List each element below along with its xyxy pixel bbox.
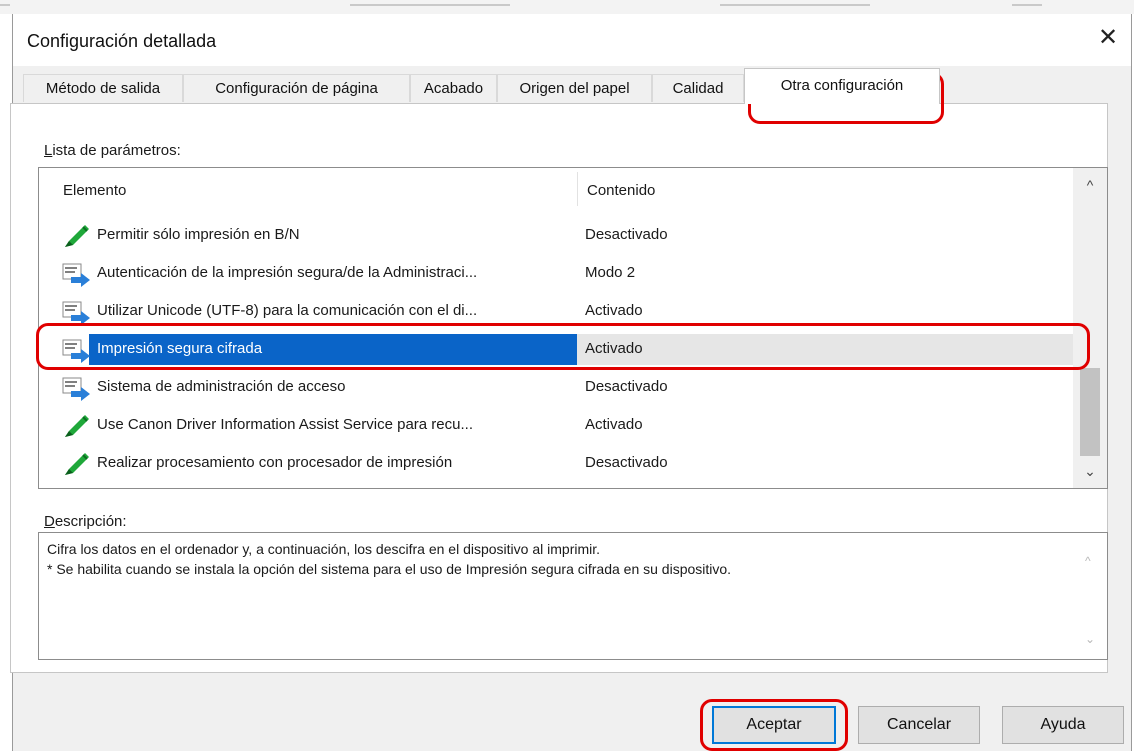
chevron-up-icon: ^ — [1086, 177, 1094, 193]
item-value: Desactivado — [585, 454, 668, 471]
tab-label: Configuración de página — [215, 80, 378, 97]
column-header-content[interactable]: Contenido — [587, 182, 655, 199]
list-item[interactable]: Permitir sólo impresión en B/N Desactiva… — [39, 216, 1073, 254]
description-line: Cifra los datos en el ordenador y, a con… — [47, 541, 601, 557]
item-value: Activado — [585, 302, 643, 319]
item-name: Permitir sólo impresión en B/N — [97, 226, 300, 243]
tab-label: Origen del papel — [519, 80, 630, 97]
list-item[interactable]: Use Canon Driver Information Assist Serv… — [39, 406, 1073, 444]
access-key: D — [44, 513, 55, 530]
item-name: Use Canon Driver Information Assist Serv… — [97, 416, 473, 433]
close-icon: ✕ — [1097, 24, 1119, 51]
item-name: Impresión segura cifrada — [97, 340, 263, 357]
item-value: Activado — [585, 416, 643, 433]
tab-label: Método de salida — [45, 80, 161, 97]
tab-configuracion-de-pagina[interactable]: Configuración de página — [183, 74, 410, 102]
item-value: Desactivado — [585, 226, 668, 243]
item-value: Desactivado — [585, 378, 668, 395]
list-item[interactable]: Autenticación de la impresión segura/de … — [39, 254, 1073, 292]
list-item[interactable]: Sistema de administración de acceso Desa… — [39, 368, 1073, 406]
driver-settings-icon — [62, 377, 90, 401]
tab-acabado[interactable]: Acabado — [410, 74, 497, 102]
help-button[interactable]: Ayuda — [1002, 706, 1124, 744]
tab-label: Calidad — [672, 80, 724, 97]
tab-origen-del-papel[interactable]: Origen del papel — [497, 74, 652, 102]
driver-settings-icon — [62, 301, 90, 325]
tab-strip: Método de salida Configuración de página… — [10, 68, 1010, 104]
scroll-thumb[interactable] — [1080, 368, 1100, 456]
pencil-icon — [65, 415, 89, 437]
dialog-title: Configuración detallada — [27, 31, 217, 51]
highlight-ok-annotation — [700, 699, 848, 751]
description-line: * Se habilita cuando se instala la opció… — [47, 561, 732, 577]
item-name: Sistema de administración de acceso — [97, 378, 346, 395]
description-scrollbar[interactable]: ^ ⌄ — [1075, 533, 1107, 659]
scroll-up-button[interactable]: ^ — [1073, 170, 1107, 200]
pencil-icon — [65, 225, 89, 247]
tab-otra-configuracion[interactable]: Otra configuración — [744, 68, 940, 104]
tab-metodo-de-salida[interactable]: Método de salida — [23, 74, 183, 102]
item-name: Autenticación de la impresión segura/de … — [97, 264, 478, 281]
chevron-down-icon: ⌄ — [1085, 632, 1096, 646]
label-text: escripción: — [54, 513, 127, 530]
item-name: Utilizar Unicode (UTF-8) para la comunic… — [97, 302, 478, 319]
close-button[interactable]: ✕ — [1085, 18, 1131, 58]
tab-label: Otra configuración — [780, 77, 904, 94]
chevron-up-icon: ^ — [1085, 554, 1091, 568]
title-bar: Configuración detallada ✕ — [13, 14, 1131, 66]
item-name: Realizar procesamiento con procesador de… — [97, 454, 453, 471]
column-divider[interactable] — [577, 172, 578, 206]
description-label: Descripción: — [44, 513, 127, 530]
driver-settings-icon — [62, 263, 90, 287]
description-box[interactable]: Cifra los datos en el ordenador y, a con… — [38, 532, 1108, 660]
background-window-strip — [0, 0, 1134, 14]
scroll-down-button[interactable]: ⌄ — [1073, 456, 1107, 486]
params-section-label: Lista de parámetros: — [44, 142, 181, 159]
list-item[interactable]: Realizar procesamiento con procesador de… — [39, 444, 1073, 482]
pencil-icon — [65, 453, 89, 475]
label-text: ista de parámetros: — [52, 142, 181, 159]
chevron-down-icon: ⌄ — [1084, 463, 1096, 479]
item-value: Modo 2 — [585, 264, 636, 281]
tab-calidad[interactable]: Calidad — [652, 74, 744, 102]
list-header: Elemento Contenido — [39, 168, 1073, 212]
column-header-item[interactable]: Elemento — [63, 182, 126, 199]
cancel-button[interactable]: Cancelar — [858, 706, 980, 744]
tab-label: Acabado — [423, 80, 484, 97]
